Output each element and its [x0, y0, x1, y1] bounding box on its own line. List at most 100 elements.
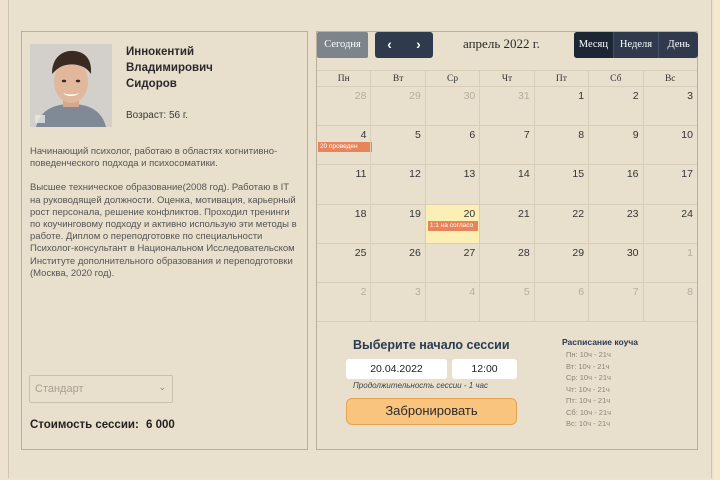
- calendar-day[interactable]: 8: [642, 282, 697, 322]
- calendar-week: 4 20 проведен 5 6 7 8 9 10: [317, 126, 697, 166]
- coach-age: Возраст: 56 г.: [126, 110, 189, 121]
- calendar-day[interactable]: 4: [424, 282, 479, 322]
- calendar-day[interactable]: 6: [533, 282, 588, 322]
- calendar-day[interactable]: 1: [642, 243, 697, 282]
- view-week-button[interactable]: Неделя: [612, 32, 659, 58]
- avatar: [30, 44, 112, 127]
- schedule-row: Вс: 10ч - 21ч: [566, 419, 611, 428]
- weekday-header: Пн Вт Ср Чт Пт Сб Вс: [317, 70, 697, 87]
- calendar-day[interactable]: 23: [588, 204, 642, 243]
- calendar-day[interactable]: 2: [317, 283, 370, 321]
- bio-paragraph: Высшее техническое образование(2008 год)…: [30, 182, 297, 279]
- calendar-day[interactable]: 30: [424, 87, 479, 126]
- calendar-day-today[interactable]: 20 1:1 на согласо: [424, 204, 480, 243]
- day-number: 13: [463, 168, 476, 181]
- calendar-day[interactable]: 29: [370, 87, 424, 126]
- calendar-day[interactable]: 6: [424, 126, 479, 165]
- calendar-day[interactable]: 2: [588, 87, 642, 126]
- schedule-row: Вт: 10ч - 21ч: [566, 361, 610, 371]
- day-number: 7: [523, 129, 530, 142]
- day-number: 6: [469, 129, 476, 142]
- calendar-day[interactable]: 17: [642, 165, 697, 204]
- calendar-day[interactable]: 5: [479, 282, 533, 322]
- month-grid: 28 29 30 31 1 2 3 4 20 проведен 5 6 7 8 9…: [317, 87, 697, 323]
- coach-profile-card: Иннокентий Владимирович Сидоров Возраст:…: [21, 31, 308, 450]
- day-number: 29: [572, 246, 585, 259]
- day-number: 28: [518, 246, 530, 259]
- schedule-row: Пт: 10ч - 21ч: [566, 396, 611, 405]
- calendar-day[interactable]: 28: [317, 87, 370, 125]
- calendar-day[interactable]: 7: [588, 282, 642, 322]
- calendar-day[interactable]: 4 20 проведен: [317, 126, 372, 164]
- calendar-day[interactable]: 13: [424, 165, 479, 204]
- calendar-day[interactable]: 14: [479, 165, 533, 204]
- calendar-day[interactable]: 7: [479, 126, 533, 165]
- day-number: 30: [463, 90, 476, 102]
- weekday-label: Ср: [424, 71, 479, 86]
- calendar-day[interactable]: 1: [533, 87, 588, 126]
- view-switcher: Месяц Неделя День: [574, 32, 698, 58]
- calendar-day[interactable]: 22: [533, 204, 588, 243]
- calendar-day[interactable]: 10: [642, 126, 697, 165]
- weekday-label: Пн: [337, 74, 350, 84]
- schedule-row: Сб: 10ч - 21ч: [566, 407, 612, 417]
- session-date-field[interactable]: 20.04.2022: [346, 359, 447, 379]
- weekday-label: Вт: [370, 71, 424, 86]
- session-duration-note: Продолжительность сессии - 1 час: [353, 381, 488, 390]
- calendar-day[interactable]: 29: [533, 243, 588, 282]
- calendar-day[interactable]: 19: [370, 204, 424, 243]
- day-number: 6: [578, 285, 585, 298]
- book-button[interactable]: Забронировать: [346, 398, 517, 425]
- day-number: 16: [626, 168, 639, 181]
- weekday-label: Пт: [533, 71, 588, 86]
- day-number: 27: [463, 246, 476, 259]
- prev-month-button[interactable]: ‹: [375, 32, 404, 58]
- next-month-button[interactable]: ›: [404, 32, 433, 58]
- calendar-day[interactable]: 3: [642, 87, 697, 126]
- calendar-day[interactable]: 28: [479, 243, 533, 282]
- page-edge: [714, 0, 720, 480]
- calendar-day[interactable]: 9: [588, 126, 642, 165]
- day-number: 26: [409, 246, 421, 259]
- tariff-select[interactable]: Стандарт ⌄: [29, 375, 173, 403]
- calendar-day[interactable]: 11: [317, 165, 370, 203]
- day-number: 25: [354, 246, 367, 259]
- calendar-day[interactable]: 12: [370, 165, 424, 204]
- day-number: 7: [632, 285, 639, 298]
- calendar-day[interactable]: 31: [479, 87, 533, 126]
- day-number: 28: [354, 90, 367, 102]
- day-number: 4: [360, 129, 367, 142]
- calendar-week: 28 29 30 31 1 2 3: [317, 87, 697, 127]
- calendar-day[interactable]: 25: [317, 244, 370, 282]
- calendar-day[interactable]: 5: [370, 126, 424, 165]
- today-button[interactable]: Сегодня: [317, 32, 368, 58]
- calendar-event[interactable]: 20 проведен: [318, 142, 372, 153]
- calendar-day[interactable]: 3: [370, 282, 424, 322]
- calendar-day[interactable]: 18: [317, 205, 370, 243]
- day-number: 3: [415, 285, 421, 298]
- calendar-day[interactable]: 24: [642, 204, 697, 243]
- calendar-day[interactable]: 30: [588, 243, 642, 282]
- calendar-day[interactable]: 21: [479, 204, 533, 243]
- session-time-field[interactable]: 12:00: [452, 359, 517, 379]
- day-number: 1: [687, 246, 693, 259]
- calendar-event[interactable]: 1:1 на согласо: [427, 220, 478, 231]
- day-number: 2: [360, 285, 367, 298]
- day-number: 1: [578, 90, 585, 102]
- calendar-day[interactable]: 15: [533, 165, 588, 204]
- coach-bio: Начинающий психолог, работаю в областях …: [30, 146, 302, 292]
- day-number: 19: [409, 207, 421, 220]
- coach-patronymic: Владимирович: [126, 62, 213, 74]
- calendar-day[interactable]: 27: [424, 243, 479, 282]
- calendar-day[interactable]: 16: [588, 165, 642, 204]
- day-number: 9: [632, 129, 639, 142]
- calendar-week: 2 3 4 5 6 7 8: [317, 282, 697, 323]
- month-title: апрель 2022 г.: [463, 36, 540, 51]
- calendar-day[interactable]: 8: [533, 126, 588, 165]
- day-number: 14: [518, 168, 530, 181]
- calendar-day[interactable]: 26: [370, 243, 424, 282]
- view-month-button[interactable]: Месяц: [574, 32, 613, 58]
- day-number: 11: [355, 168, 367, 181]
- view-day-button[interactable]: День: [658, 32, 698, 58]
- weekday-label: Чт: [479, 71, 533, 86]
